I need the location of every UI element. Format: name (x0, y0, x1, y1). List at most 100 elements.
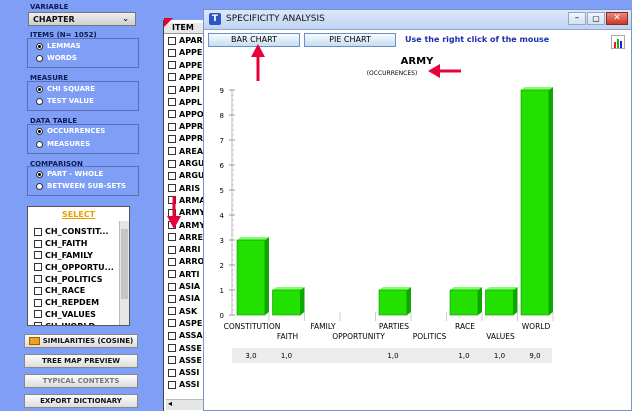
item-row[interactable]: APAR (168, 36, 203, 45)
scrollbar-thumb[interactable] (121, 229, 128, 299)
radio-occurrences[interactable]: OCCURRENCES (36, 127, 105, 135)
checkbox-icon[interactable] (168, 36, 176, 45)
checkbox-icon[interactable] (168, 245, 176, 254)
item-row[interactable]: ASIA (168, 294, 200, 303)
item-row[interactable]: ARTI (168, 270, 199, 279)
item-row[interactable]: APPE (168, 61, 202, 70)
similarities-button[interactable]: SIMILARITIES (COSINE) (24, 334, 138, 348)
item-row[interactable]: ASIA (168, 282, 200, 291)
checkbox-icon[interactable] (168, 122, 176, 131)
item-row[interactable]: ASSE (168, 356, 202, 365)
scroll-left-icon[interactable]: ◂ (168, 399, 172, 408)
radio-chi-square[interactable]: CHI SQUARE (36, 85, 95, 93)
checkbox-icon[interactable] (168, 147, 176, 156)
variable-dropdown[interactable]: CHAPTER ⌄ (28, 12, 136, 26)
checkbox-icon[interactable] (34, 322, 42, 325)
bar-top (485, 287, 518, 290)
checkbox-icon[interactable] (168, 344, 176, 352)
select-item[interactable]: CH_OPPORTU... (34, 261, 120, 273)
close-button[interactable]: ✕ (606, 12, 628, 25)
item-row[interactable]: APPR (168, 122, 203, 131)
window-title: SPECIFICITY ANALYSIS (226, 14, 325, 24)
checkbox-icon[interactable] (168, 110, 176, 119)
checkbox-icon[interactable] (168, 184, 176, 193)
checkbox-icon[interactable] (168, 171, 176, 180)
checkbox-icon[interactable] (168, 159, 176, 168)
select-item[interactable]: CH_FAMILY (34, 250, 120, 262)
minimize-button[interactable]: – (568, 12, 586, 25)
checkbox-icon[interactable] (168, 319, 176, 328)
checkbox-icon[interactable] (168, 48, 176, 57)
y-tick-label: 1 (220, 287, 224, 295)
item-row[interactable]: APPE (168, 48, 202, 57)
maximize-button[interactable]: ▢ (587, 12, 605, 25)
item-row[interactable]: ARGU (168, 159, 204, 168)
select-item[interactable]: CH_FAITH (34, 238, 120, 250)
item-row[interactable]: ASK (168, 307, 197, 316)
export-dictionary-button[interactable]: EXPORT DICTIONARY (24, 394, 138, 408)
checkbox-icon[interactable] (168, 368, 176, 377)
select-item[interactable]: CH_VALUES (34, 309, 120, 321)
checkbox-icon[interactable] (168, 307, 176, 316)
item-row[interactable]: ASSI (168, 380, 199, 389)
item-row[interactable]: ASSI (168, 368, 199, 377)
tree-map-preview-button[interactable]: TREE MAP PREVIEW (24, 354, 138, 368)
item-row[interactable]: ASSE (168, 344, 202, 353)
radio-test-value[interactable]: TEST VALUE (36, 97, 94, 105)
checkbox-icon[interactable] (168, 61, 176, 70)
select-item[interactable]: CH_POLITICS (34, 273, 120, 285)
checkbox-icon[interactable] (168, 257, 176, 266)
checkbox-icon[interactable] (168, 134, 176, 143)
radio-part-whole[interactable]: PART - WHOLE (36, 170, 103, 178)
typical-contexts-button[interactable]: TYPICAL CONTEXTS (24, 374, 138, 388)
checkbox-icon[interactable] (168, 98, 176, 106)
item-row[interactable]: APPL (168, 98, 202, 107)
checkbox-icon[interactable] (168, 331, 176, 340)
variable-value: CHAPTER (33, 14, 75, 24)
select-scrollbar[interactable] (119, 221, 129, 325)
x-category-label: FAITH (277, 332, 298, 341)
checkbox-icon[interactable] (34, 263, 42, 272)
checkbox-icon[interactable] (168, 380, 176, 389)
checkbox-icon[interactable] (34, 275, 42, 284)
checkbox-icon[interactable] (168, 282, 176, 291)
radio-lemmas[interactable]: LEMMAS (36, 42, 81, 50)
item-row[interactable]: ASPE (168, 319, 202, 328)
item-row[interactable]: ARRI (168, 245, 201, 254)
checkbox-icon[interactable] (168, 294, 176, 303)
radio-measures[interactable]: MEASURES (36, 140, 90, 148)
item-row[interactable]: ARIS (168, 184, 200, 193)
item-row[interactable]: APPO (168, 110, 204, 119)
pie-chart-button[interactable]: PIE CHART (304, 33, 396, 47)
item-row[interactable]: APPE (168, 73, 202, 82)
checkbox-icon[interactable] (34, 310, 42, 319)
item-row[interactable]: APPI (168, 85, 200, 94)
select-item[interactable]: CH_WORLD (34, 320, 120, 325)
checkbox-icon[interactable] (168, 233, 176, 242)
select-item[interactable]: CH_CONSTIT... (34, 226, 120, 238)
item-row[interactable]: AREA (168, 147, 203, 156)
item-row[interactable]: ARGU (168, 171, 204, 180)
item-row[interactable]: ARRE (168, 233, 203, 242)
select-item[interactable]: CH_RACE (34, 285, 120, 297)
checkbox-icon[interactable] (168, 270, 176, 279)
checkbox-icon[interactable] (34, 286, 42, 295)
checkbox-icon[interactable] (34, 251, 42, 260)
radio-between-subsets[interactable]: BETWEEN SUB-SETS (36, 182, 126, 190)
select-item[interactable]: CH_REPDEM (34, 297, 120, 309)
item-row[interactable]: ARRO (168, 257, 204, 266)
checkbox-icon[interactable] (168, 356, 176, 365)
checkbox-icon[interactable] (34, 227, 42, 236)
item-row[interactable]: ASSA (168, 331, 203, 340)
checkbox-icon[interactable] (34, 298, 42, 307)
item-list-hscroll[interactable]: ◂ (166, 399, 204, 410)
chart-export-icon[interactable] (611, 35, 625, 49)
checkbox-icon[interactable] (168, 85, 176, 94)
bar-top (237, 237, 269, 240)
window-titlebar[interactable]: T SPECIFICITY ANALYSIS – ▢ ✕ (204, 10, 631, 30)
radio-words[interactable]: WORDS (36, 54, 77, 62)
checkbox-icon[interactable] (168, 73, 176, 82)
item-row[interactable]: APPR (168, 134, 203, 143)
checkbox-icon[interactable] (34, 239, 42, 248)
select-link[interactable]: SELECT (28, 210, 129, 219)
